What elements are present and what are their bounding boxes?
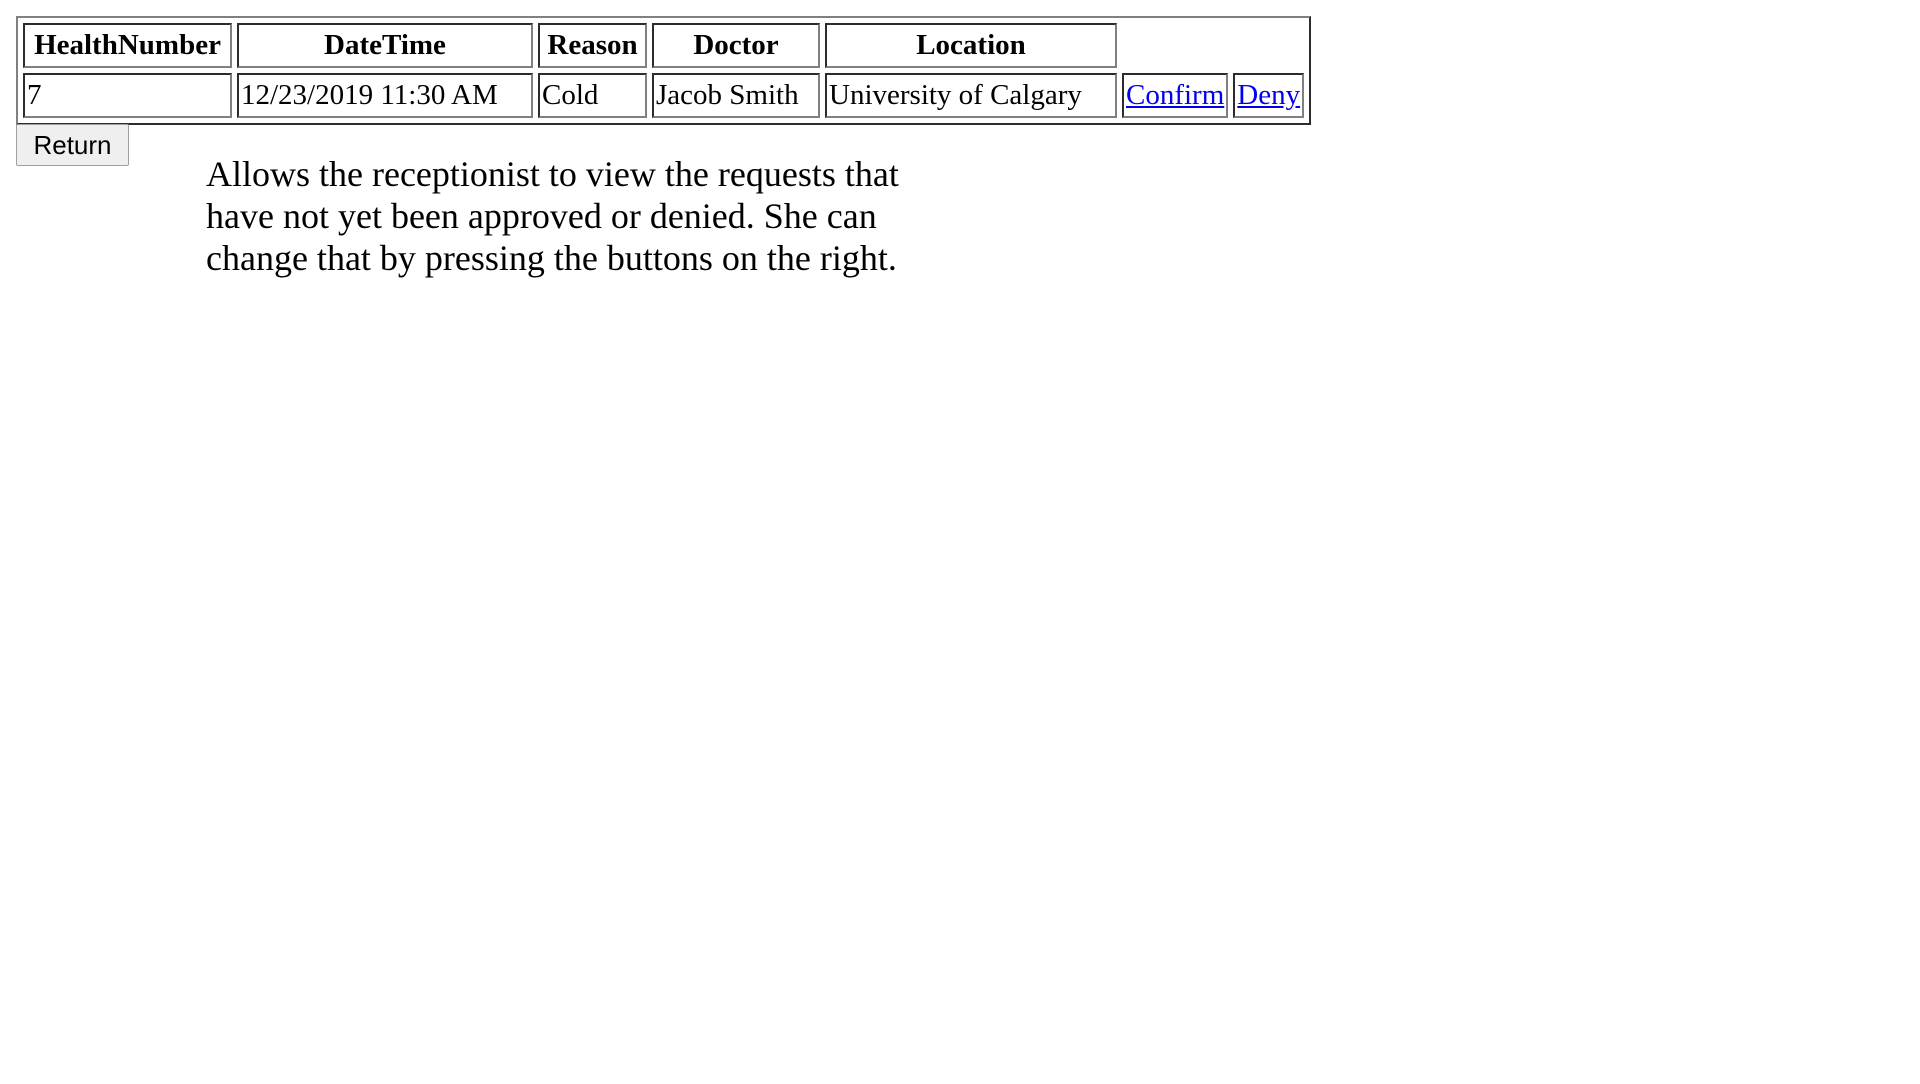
table-header-row: HealthNumber DateTime Reason Doctor Loca… [23,23,1304,68]
header-date-time: DateTime [237,23,533,68]
confirm-link[interactable]: Confirm [1126,79,1224,111]
cell-health-number: 7 [23,73,232,118]
header-health-number: HealthNumber [23,23,232,68]
cell-date-time: 12/23/2019 11:30 AM [237,73,533,118]
requests-table: HealthNumber DateTime Reason Doctor Loca… [16,16,1312,125]
deny-link[interactable]: Deny [1237,79,1300,111]
header-doctor: Doctor [652,23,820,68]
cell-location: University of Calgary [825,73,1117,118]
cell-deny: Deny [1233,73,1305,118]
cell-reason: Cold [538,73,647,118]
description-text: Allows the receptionist to view the requ… [206,154,899,278]
table-row: 7 12/23/2019 11:30 AM Cold Jacob Smith U… [23,73,1305,118]
return-button[interactable]: Return [16,124,129,166]
header-empty-cell [1122,23,1228,68]
header-location: Location [825,23,1117,68]
header-reason: Reason [538,23,647,68]
cell-confirm: Confirm [1122,73,1229,118]
cell-doctor: Jacob Smith [652,73,820,118]
header-empty-cell [1233,23,1304,68]
